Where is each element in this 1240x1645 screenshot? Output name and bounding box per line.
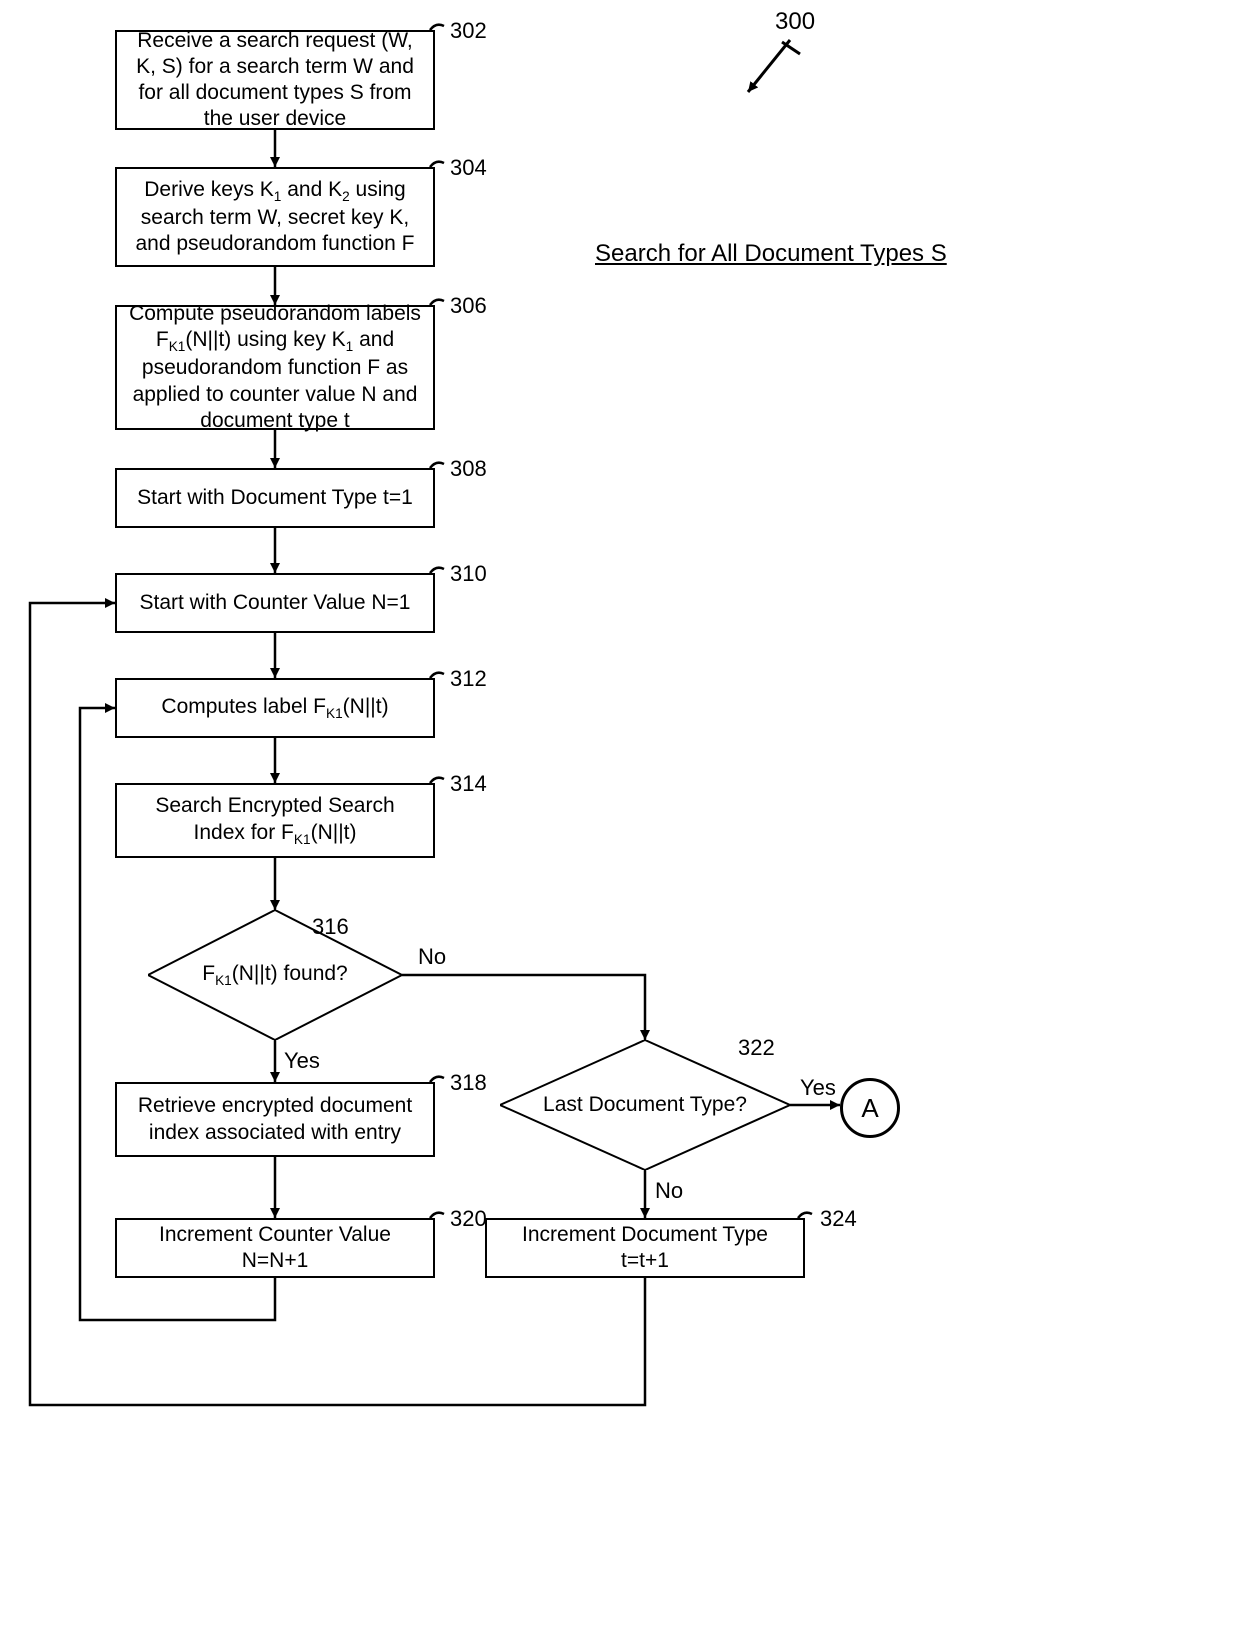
step-318-text: Retrieve encrypted document index associ… bbox=[127, 1093, 423, 1146]
ref-322: 322 bbox=[738, 1035, 775, 1061]
flowchart-canvas: 300 Search for All Document Types S bbox=[0, 0, 1240, 1645]
decision-322-text: Last Document Type? bbox=[543, 1093, 747, 1117]
step-324: Increment Document Type t=t+1 bbox=[485, 1218, 805, 1278]
step-304: Derive keys K1 and K2 using search term … bbox=[115, 167, 435, 267]
ref-306: 306 bbox=[450, 293, 487, 319]
connector-a: A bbox=[840, 1078, 900, 1138]
step-320-text: Increment Counter Value N=N+1 bbox=[127, 1222, 423, 1275]
figure-number-label: 300 bbox=[775, 8, 815, 36]
step-312-text: Computes label FK1(N||t) bbox=[161, 694, 388, 722]
step-314-text: Search Encrypted Search Index for FK1(N|… bbox=[127, 793, 423, 848]
step-304-text: Derive keys K1 and K2 using search term … bbox=[127, 177, 423, 258]
ref-320: 320 bbox=[450, 1206, 487, 1232]
step-306-text: Compute pseudorandom labels FK1(N||t) us… bbox=[127, 301, 423, 434]
step-314: Search Encrypted Search Index for FK1(N|… bbox=[115, 783, 435, 858]
diagram-title: Search for All Document Types S bbox=[595, 240, 947, 268]
step-306: Compute pseudorandom labels FK1(N||t) us… bbox=[115, 305, 435, 430]
step-302: Receive a search request (W, K, S) for a… bbox=[115, 30, 435, 130]
ref-310: 310 bbox=[450, 561, 487, 587]
step-320: Increment Counter Value N=N+1 bbox=[115, 1218, 435, 1278]
ref-318: 318 bbox=[450, 1070, 487, 1096]
decision-316-text: FK1(N||t) found? bbox=[202, 962, 347, 988]
step-312: Computes label FK1(N||t) bbox=[115, 678, 435, 738]
connector-a-label: A bbox=[861, 1093, 878, 1124]
step-324-text: Increment Document Type t=t+1 bbox=[497, 1222, 793, 1275]
ref-316: 316 bbox=[312, 914, 349, 940]
step-310-text: Start with Counter Value N=1 bbox=[139, 590, 410, 616]
ref-302: 302 bbox=[450, 18, 487, 44]
ref-308: 308 bbox=[450, 456, 487, 482]
decision-316-yes: Yes bbox=[284, 1048, 320, 1074]
ref-314: 314 bbox=[450, 771, 487, 797]
ref-304: 304 bbox=[450, 155, 487, 181]
ref-324: 324 bbox=[820, 1206, 857, 1232]
decision-316: FK1(N||t) found? bbox=[148, 910, 402, 1040]
step-310: Start with Counter Value N=1 bbox=[115, 573, 435, 633]
step-308: Start with Document Type t=1 bbox=[115, 468, 435, 528]
decision-322-no: No bbox=[655, 1178, 683, 1204]
step-308-text: Start with Document Type t=1 bbox=[137, 485, 413, 511]
step-318: Retrieve encrypted document index associ… bbox=[115, 1082, 435, 1157]
step-302-text: Receive a search request (W, K, S) for a… bbox=[127, 28, 423, 133]
ref-312: 312 bbox=[450, 666, 487, 692]
decision-316-no: No bbox=[418, 944, 446, 970]
decision-322-yes: Yes bbox=[800, 1075, 836, 1101]
